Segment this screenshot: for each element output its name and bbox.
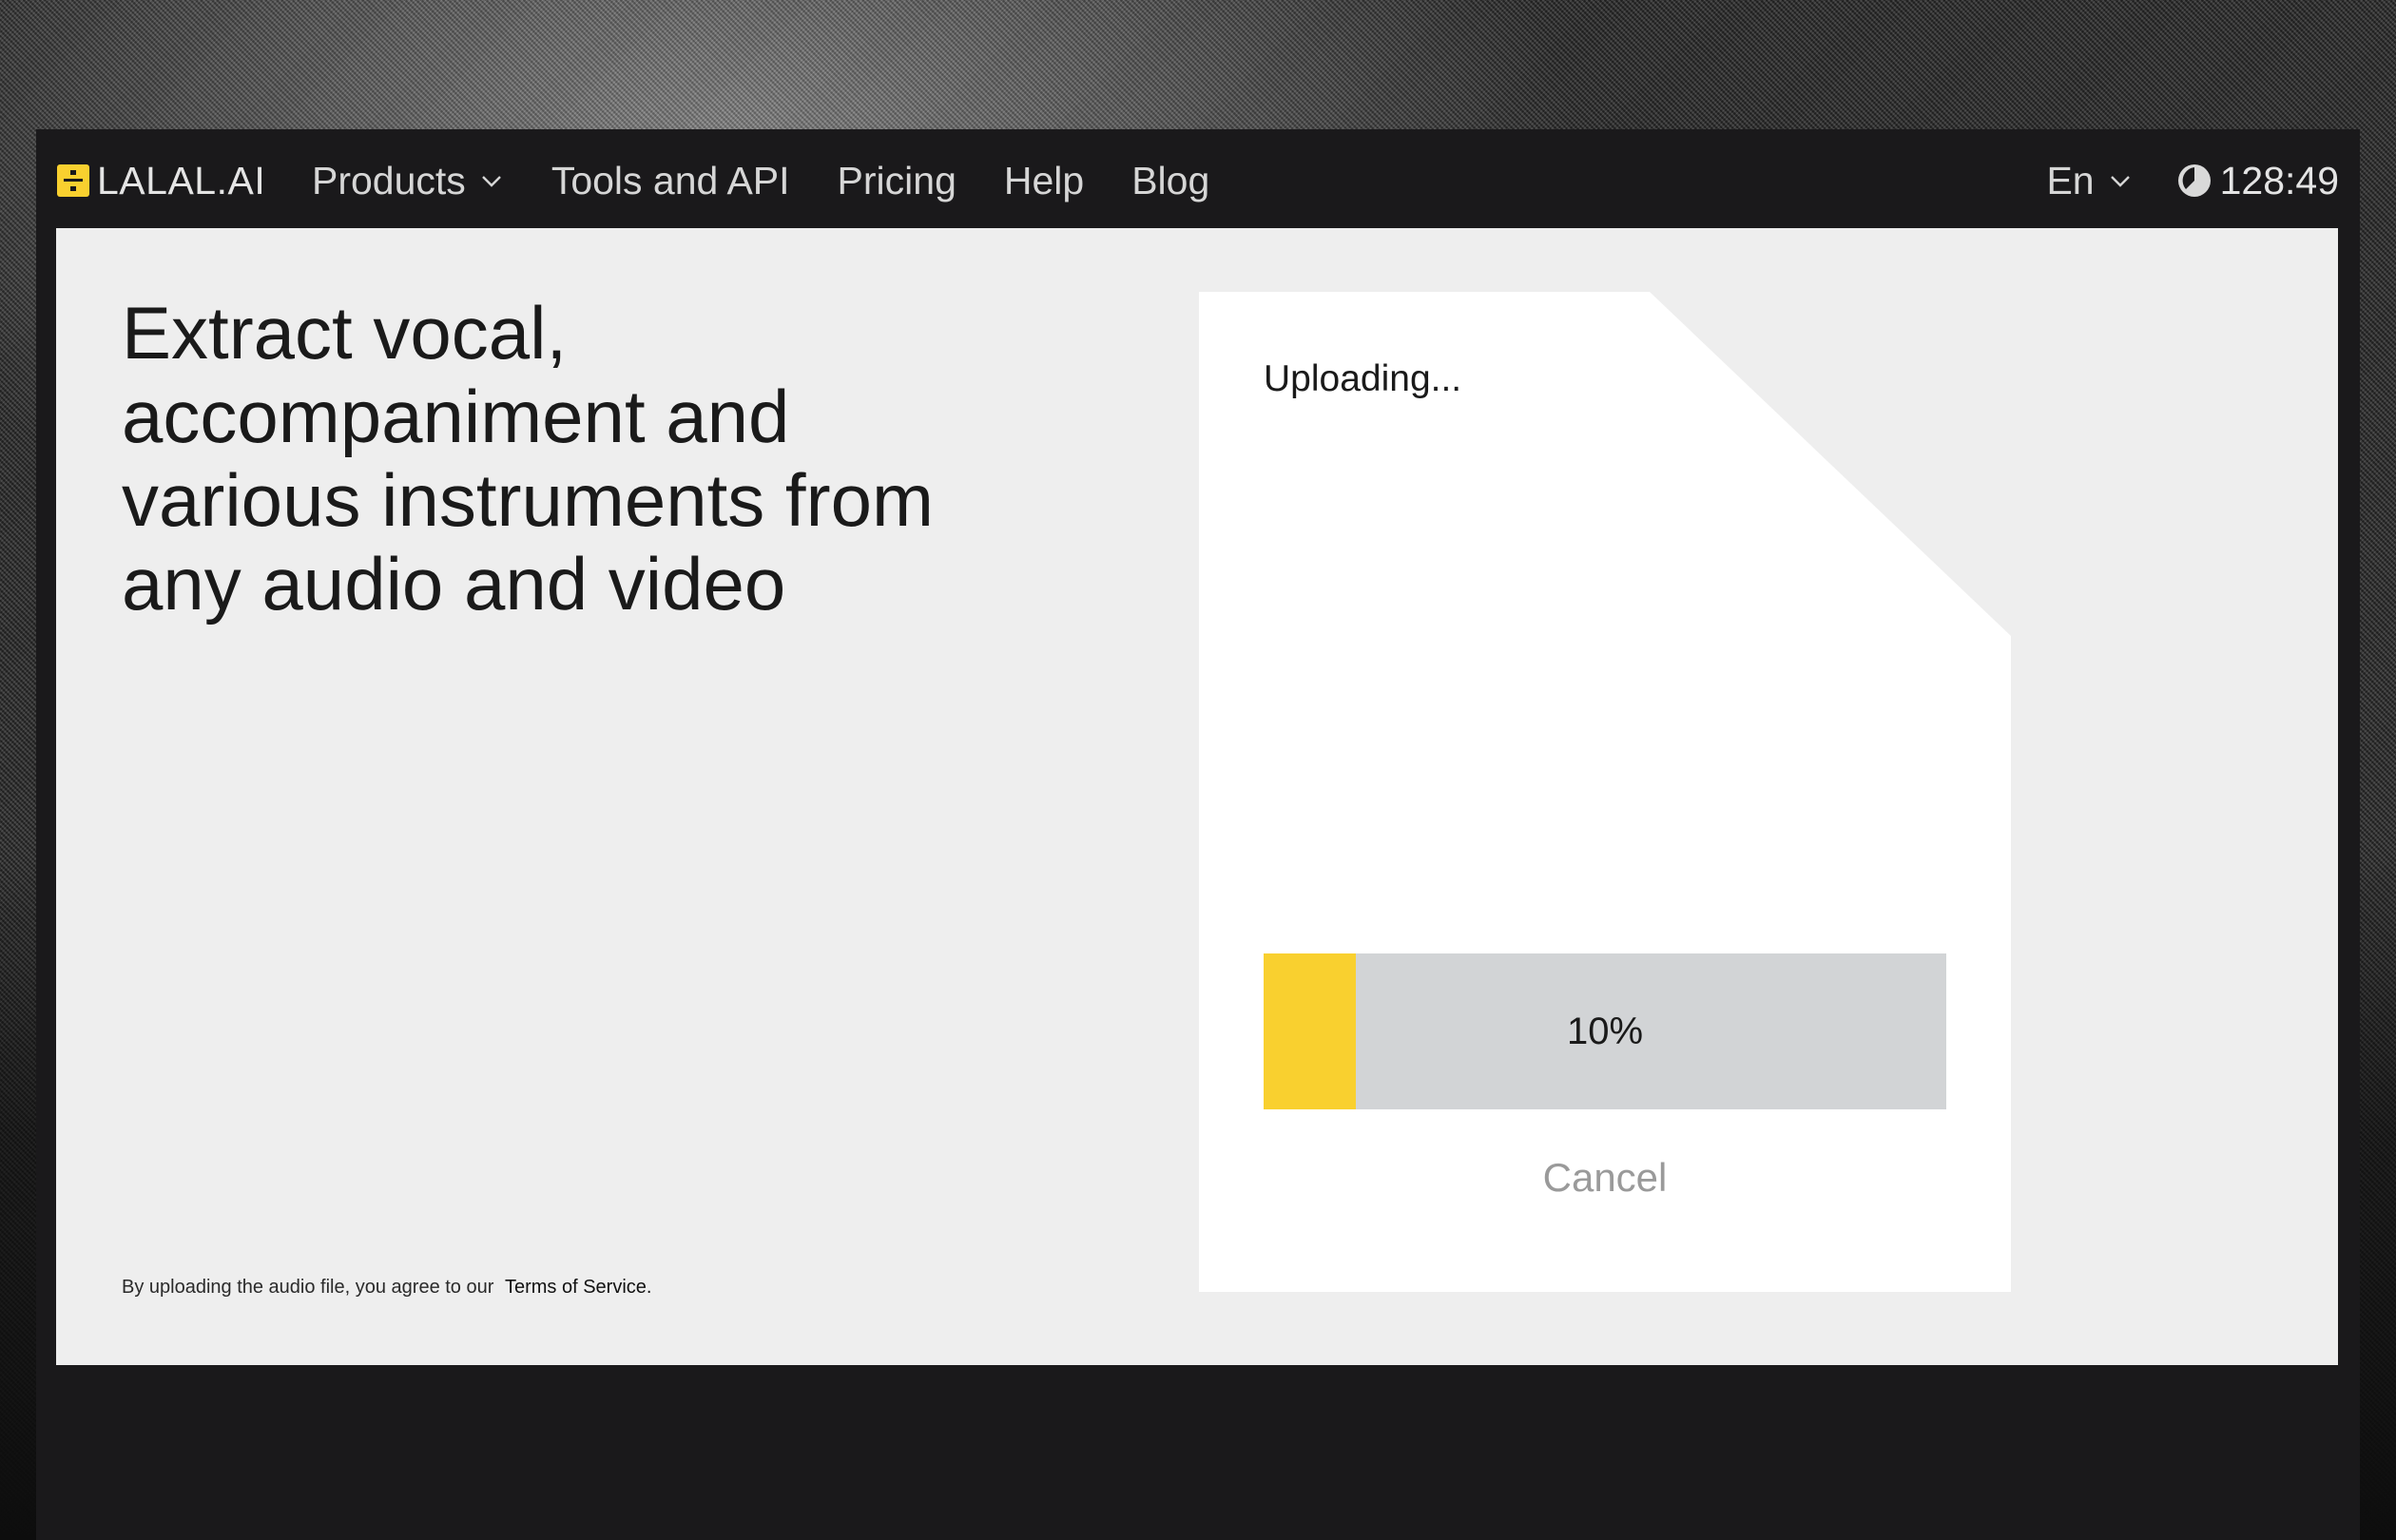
cancel-button[interactable]: Cancel xyxy=(1264,1155,1946,1201)
nav-item-label: Tools and API xyxy=(551,158,790,202)
nav-item-label: Help xyxy=(1003,158,1085,202)
timer-value: 128:49 xyxy=(2219,158,2339,202)
chevron-down-icon xyxy=(479,168,504,193)
language-label: En xyxy=(2046,158,2095,202)
upload-status: Uploading... xyxy=(1264,358,1462,399)
logo-link[interactable]: LALAL.AI xyxy=(57,158,266,202)
nav-item-products[interactable]: Products xyxy=(312,159,504,203)
main-content: Extract vocal, accompaniment and various… xyxy=(56,228,2338,1365)
upload-progress-bar: 10% xyxy=(1264,953,1946,1109)
clock-icon xyxy=(2176,163,2212,199)
logo-text: LALAL.AI xyxy=(97,158,266,202)
top-navbar: LALAL.AI Products Tools and API Pricing … xyxy=(36,129,2360,228)
terms-text: By uploading the audio file, you agree t… xyxy=(122,1277,494,1298)
nav-right: En 128:49 xyxy=(2046,154,2339,207)
nav-item-label: Blog xyxy=(1131,158,1210,202)
terms-of-service-link[interactable]: Terms of Service. xyxy=(505,1277,651,1298)
nav-item-help[interactable]: Help xyxy=(1004,159,1084,203)
chevron-down-icon xyxy=(2108,168,2133,193)
page-frame: LALAL.AI Products Tools and API Pricing … xyxy=(36,129,2360,1540)
upload-card: Uploading... 10% Cancel xyxy=(1199,292,2011,1292)
nav-item-label: Products xyxy=(312,158,466,202)
page-title: Extract vocal, accompaniment and various… xyxy=(122,291,934,626)
progress-label: 10% xyxy=(1566,1011,1644,1052)
main-nav: Products Tools and API Pricing Help Blog xyxy=(312,154,1257,207)
nav-item-tools-and-api[interactable]: Tools and API xyxy=(551,159,790,203)
nav-item-pricing[interactable]: Pricing xyxy=(838,159,956,203)
nav-item-blog[interactable]: Blog xyxy=(1131,159,1209,203)
minutes-balance[interactable]: 128:49 xyxy=(2176,159,2339,203)
lalal-logo-icon xyxy=(57,164,89,197)
nav-item-label: Pricing xyxy=(837,158,956,202)
language-selector[interactable]: En xyxy=(2046,159,2132,203)
terms-notice: By uploading the audio file, you agree t… xyxy=(122,1277,651,1299)
